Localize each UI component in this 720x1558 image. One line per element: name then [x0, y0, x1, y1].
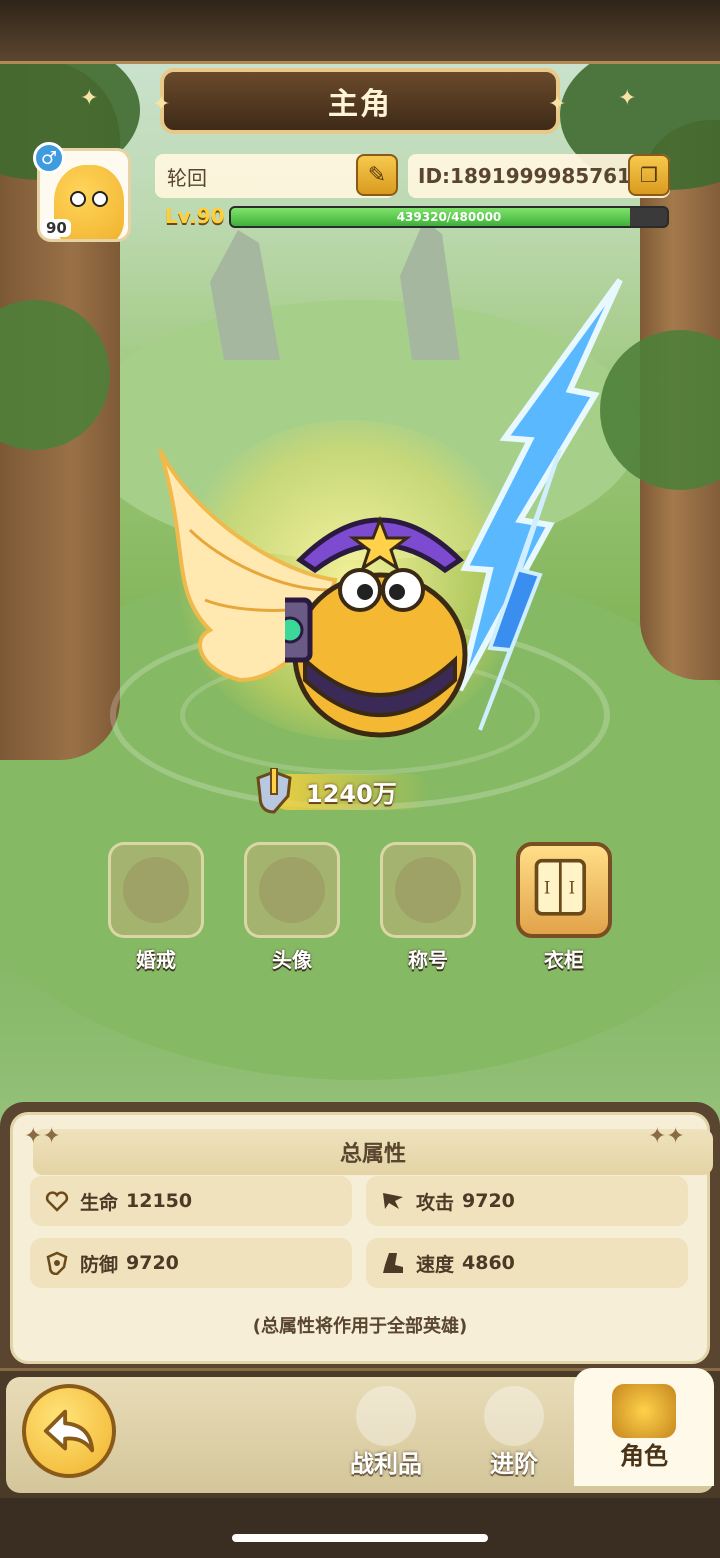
stat-label: 速度 — [416, 1253, 455, 1276]
avatar-frame-icon — [259, 857, 325, 923]
sparkle-icon: ✦✦ — [24, 1124, 61, 1149]
loot-icon — [356, 1386, 416, 1446]
tab-label: 角色 — [620, 1442, 668, 1470]
back-button[interactable] — [22, 1384, 116, 1478]
slot-wedding-ring[interactable] — [108, 842, 204, 938]
sparkle-icon: ✦ — [618, 86, 637, 111]
back-arrow-icon — [43, 1409, 95, 1453]
attack-icon — [380, 1188, 406, 1214]
slot-avatar[interactable] — [244, 842, 340, 938]
player-id: ID:1891999985761 — [418, 164, 631, 188]
boot-icon — [380, 1250, 406, 1276]
avatar-eye — [70, 191, 86, 207]
shield-icon — [44, 1250, 70, 1276]
tab-character[interactable]: 角色 — [574, 1368, 714, 1486]
gender-male-icon: ♂ — [33, 142, 65, 174]
slot-label: 婚戒 — [136, 948, 176, 972]
player-level: Lv.90 — [165, 204, 225, 228]
slot-label: 头像 — [272, 948, 312, 972]
tab-loot[interactable]: 战利品 — [326, 1380, 446, 1490]
top-frame — [0, 0, 720, 64]
player-character — [285, 515, 468, 738]
attribute-panel-title: 总属性 — [33, 1129, 713, 1175]
copy-id-button[interactable]: ❐ — [628, 154, 670, 196]
home-indicator[interactable] — [232, 1534, 488, 1542]
avatar-eye — [92, 191, 108, 207]
xp-progress-text: 439320/480000 — [396, 210, 502, 224]
character-gear-icon — [612, 1384, 676, 1438]
combat-power-value: 1240万 — [306, 779, 397, 808]
pencil-icon: ✎ — [367, 162, 387, 188]
combat-power: 1240万 — [252, 768, 432, 814]
tab-advance[interactable]: 进阶 — [454, 1380, 574, 1490]
page-title: 主角 — [328, 87, 392, 122]
system-home-area — [0, 1498, 720, 1558]
stat-value: 4860 — [462, 1252, 515, 1274]
stat-value: 12150 — [126, 1190, 193, 1212]
crown-icon — [395, 857, 461, 923]
svg-text:I: I — [544, 879, 551, 898]
wardrobe-icon: I I — [534, 858, 586, 916]
ring-icon — [123, 857, 189, 923]
attribute-note: (总属性将作用于全部英雄) — [252, 1316, 468, 1337]
tab-label: 战利品 — [350, 1450, 422, 1478]
stat-speed: 速度 4860 — [366, 1238, 688, 1288]
title-banner: 主角 — [160, 68, 560, 134]
sparkle-icon: ✦ — [548, 92, 567, 117]
advance-icon — [484, 1386, 544, 1446]
avatar-level: 90 — [42, 219, 71, 237]
stat-value: 9720 — [462, 1190, 515, 1212]
copy-icon: ❐ — [640, 163, 658, 187]
sparkle-icon: ✦✦ — [648, 1124, 685, 1149]
sparkle-icon: ✦ — [80, 86, 99, 111]
stat-defense: 防御 9720 — [30, 1238, 352, 1288]
stat-value: 9720 — [126, 1252, 179, 1274]
stat-label: 生命 — [80, 1191, 119, 1214]
heart-icon — [44, 1188, 70, 1214]
sparkle-icon: ✦ — [152, 92, 171, 117]
player-name: 轮回 — [167, 165, 207, 190]
slot-label: 称号 — [408, 948, 448, 972]
edit-name-button[interactable]: ✎ — [356, 154, 398, 196]
stat-attack: 攻击 9720 — [366, 1176, 688, 1226]
stat-label: 攻击 — [416, 1191, 455, 1214]
stat-hp: 生命 12150 — [30, 1176, 352, 1226]
slot-wardrobe[interactable]: I I — [516, 842, 612, 938]
slot-label: 衣柜 — [544, 948, 584, 972]
slot-title[interactable] — [380, 842, 476, 938]
svg-text:I: I — [569, 879, 576, 898]
background-rock — [210, 230, 280, 360]
xp-progress-bar: 439320/480000 — [229, 206, 669, 228]
stat-label: 防御 — [80, 1253, 119, 1276]
sword-shield-icon — [256, 768, 292, 814]
tab-label: 进阶 — [490, 1450, 538, 1478]
